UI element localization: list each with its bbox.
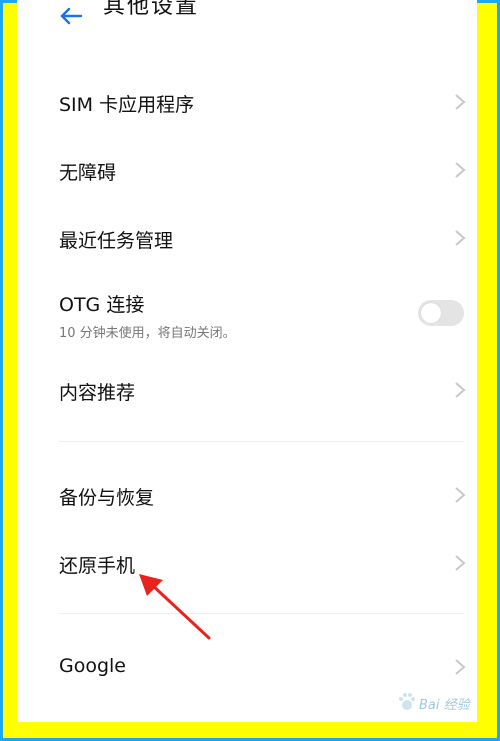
- chevron-right-icon: [455, 382, 466, 398]
- setting-item-otg: OTG 连接 10 分钟未使用，将自动关闭。: [17, 280, 477, 350]
- section-divider: [59, 613, 464, 614]
- setting-item-backup-restore[interactable]: 备份与恢复: [17, 465, 477, 525]
- setting-item-subtitle: 10 分钟未使用，将自动关闭。: [59, 326, 236, 341]
- setting-item-label: Google: [59, 655, 127, 677]
- otg-toggle[interactable]: [418, 300, 464, 326]
- chevron-right-icon: [455, 659, 466, 675]
- toggle-knob: [421, 303, 441, 323]
- watermark-logo: Bai 经验: [397, 686, 477, 718]
- chevron-right-icon: [455, 230, 466, 246]
- header: 其他设置: [17, 0, 477, 40]
- paw-icon: [399, 693, 415, 710]
- setting-item-label: 还原手机: [59, 555, 136, 577]
- chevron-right-icon: [455, 555, 466, 571]
- settings-screen: 其他设置 SIM 卡应用程序 无障碍 最近任务管理 OTG 连接 10 分钟未使…: [17, 0, 477, 722]
- setting-item-label: 无障碍: [59, 162, 117, 184]
- chevron-right-icon: [455, 487, 466, 503]
- setting-item-recent-tasks[interactable]: 最近任务管理: [17, 208, 477, 268]
- setting-item-label: OTG 连接: [59, 294, 145, 316]
- setting-item-accessibility[interactable]: 无障碍: [17, 140, 477, 200]
- setting-item-content-recommend[interactable]: 内容推荐: [17, 360, 477, 420]
- watermark-text: Bai 经验: [419, 698, 470, 713]
- page-title: 其他设置: [103, 0, 200, 19]
- annotation-arrow-icon: [139, 574, 211, 640]
- back-arrow-icon[interactable]: [57, 2, 85, 30]
- setting-item-label: 内容推荐: [59, 382, 136, 404]
- setting-item-reset-phone[interactable]: 还原手机: [17, 533, 477, 593]
- chevron-right-icon: [455, 94, 466, 110]
- chevron-right-icon: [455, 162, 466, 178]
- setting-item-label: 最近任务管理: [59, 230, 174, 252]
- setting-item-sim-apps[interactable]: SIM 卡应用程序: [17, 72, 477, 132]
- setting-item-label: SIM 卡应用程序: [59, 94, 195, 116]
- section-divider: [59, 441, 464, 442]
- setting-item-label: 备份与恢复: [59, 487, 155, 509]
